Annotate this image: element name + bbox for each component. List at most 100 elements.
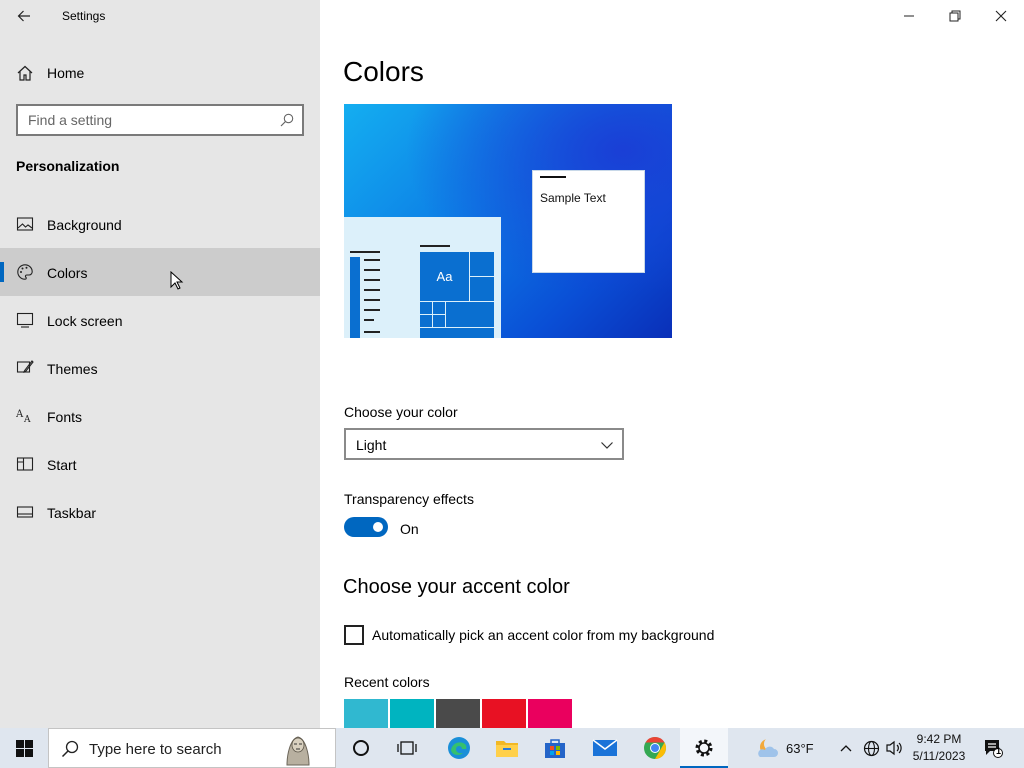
- home-label: Home: [47, 65, 85, 81]
- search-icon[interactable]: [280, 113, 294, 127]
- transparency-label: Transparency effects: [344, 491, 474, 507]
- title-bar: Settings: [0, 0, 320, 32]
- cortana-button[interactable]: [338, 728, 384, 768]
- taskbar-icon: [16, 506, 34, 518]
- sidebar: Settings Home Personalization Background: [0, 0, 320, 728]
- recent-color-swatch[interactable]: [528, 699, 572, 728]
- weather-widget[interactable]: [752, 728, 784, 768]
- lock-screen-icon: [16, 312, 34, 328]
- preview-tile-text: Aa: [420, 252, 469, 301]
- preview-window: Sample Text: [532, 170, 645, 273]
- cortana-icon: [353, 740, 369, 756]
- chrome-button[interactable]: [632, 728, 678, 768]
- preview-tile: [420, 328, 494, 338]
- transparency-toggle[interactable]: [344, 517, 388, 537]
- gear-icon: [695, 739, 713, 757]
- taskbar-search-placeholder: Type here to search: [89, 741, 222, 758]
- back-button[interactable]: [8, 4, 40, 28]
- home-icon: [17, 65, 33, 81]
- minimize-button[interactable]: [886, 0, 932, 32]
- toggle-knob: [373, 522, 383, 532]
- microsoft-store-button[interactable]: [532, 728, 578, 768]
- chevron-down-icon: [601, 442, 613, 449]
- preview-tile: [433, 302, 445, 314]
- sidebar-item-label: Background: [47, 217, 122, 233]
- close-button[interactable]: [978, 0, 1024, 32]
- sidebar-item-colors[interactable]: Colors: [0, 248, 320, 296]
- preview-tile: [420, 302, 432, 314]
- accent-color-heading: Choose your accent color: [343, 576, 570, 598]
- chrome-icon: [644, 737, 666, 759]
- preview-tile: [470, 252, 494, 276]
- task-view-button[interactable]: [384, 728, 430, 768]
- task-view-icon: [397, 741, 417, 755]
- recent-color-swatch[interactable]: [436, 699, 480, 728]
- taskbar-search-box[interactable]: Type here to search: [48, 728, 336, 768]
- mouse-cursor-icon: [170, 271, 184, 290]
- personalization-nav: Background Colors Lock screen Themes A A…: [0, 200, 320, 536]
- recent-color-swatch[interactable]: [482, 699, 526, 728]
- sidebar-item-lock-screen[interactable]: Lock screen: [0, 296, 320, 344]
- preview-sample-text: Sample Text: [540, 191, 606, 205]
- preview-tiles-header: [420, 245, 450, 247]
- volume-button[interactable]: [884, 728, 906, 768]
- clock-time[interactable]: 9:42 PM: [908, 732, 970, 746]
- page-title: Colors: [343, 56, 424, 87]
- edge-browser-icon: [448, 737, 470, 759]
- find-setting-search-box[interactable]: [16, 104, 304, 136]
- weather-temperature[interactable]: 63°F: [786, 741, 814, 756]
- taskbar: Type here to search 63°F 9:42 PM 5/11/20…: [0, 728, 1024, 768]
- svg-text:A: A: [16, 409, 24, 420]
- network-button[interactable]: [860, 728, 882, 768]
- sidebar-item-fonts[interactable]: A A Fonts: [0, 392, 320, 440]
- search-icon: [61, 740, 79, 758]
- start-button[interactable]: [0, 728, 48, 768]
- mail-button[interactable]: [582, 728, 628, 768]
- show-hidden-icons-button[interactable]: [836, 728, 856, 768]
- home-nav-item[interactable]: Home: [0, 56, 320, 90]
- preview-tile: [420, 315, 432, 327]
- sidebar-item-background[interactable]: Background: [0, 200, 320, 248]
- themes-icon: [16, 360, 34, 373]
- choose-color-dropdown[interactable]: Light: [344, 428, 624, 460]
- recent-color-swatch[interactable]: [344, 699, 388, 728]
- minimize-icon: [904, 15, 914, 17]
- choose-color-label: Choose your color: [344, 404, 458, 420]
- sidebar-item-taskbar[interactable]: Taskbar: [0, 488, 320, 536]
- personalization-heading: Personalization: [16, 158, 120, 174]
- recent-colors-label: Recent colors: [344, 674, 430, 690]
- auto-accent-checkbox[interactable]: [344, 625, 364, 645]
- chevron-up-icon: [840, 745, 852, 752]
- edge-button[interactable]: [436, 728, 482, 768]
- weather-moon-cloud-icon: [758, 737, 778, 757]
- preview-tile: [470, 277, 494, 301]
- file-explorer-button[interactable]: [484, 728, 530, 768]
- restore-button[interactable]: [932, 0, 978, 32]
- action-center-button[interactable]: 1: [976, 728, 1010, 768]
- speaker-icon: [886, 740, 902, 756]
- choose-color-value: Light: [356, 437, 387, 453]
- svg-text:A: A: [23, 415, 31, 425]
- find-setting-input[interactable]: [18, 106, 258, 134]
- auto-accent-label[interactable]: Automatically pick an accent color from …: [372, 627, 714, 643]
- sidebar-item-themes[interactable]: Themes: [0, 344, 320, 392]
- preview-window-titlebar: [540, 176, 566, 178]
- image-icon: [16, 217, 34, 231]
- windows-logo-icon: [15, 739, 33, 757]
- fonts-icon: A A: [16, 409, 31, 425]
- globe-icon: [863, 740, 879, 756]
- folder-icon: [496, 741, 518, 757]
- recent-color-swatch[interactable]: [390, 699, 434, 728]
- preview-tile: [433, 315, 445, 327]
- palette-icon: [17, 264, 33, 280]
- sidebar-item-label: Start: [47, 457, 77, 473]
- clock-date[interactable]: 5/11/2023: [908, 749, 970, 763]
- arrow-left-icon: [17, 10, 30, 22]
- sidebar-item-start[interactable]: Start: [0, 440, 320, 488]
- restore-icon: [949, 10, 961, 22]
- sidebar-item-label: Taskbar: [47, 505, 97, 521]
- sidebar-item-label: Themes: [47, 361, 98, 377]
- search-highlight-icon: [286, 736, 310, 766]
- settings-app-button[interactable]: [680, 728, 728, 768]
- app-title: Settings: [62, 9, 106, 23]
